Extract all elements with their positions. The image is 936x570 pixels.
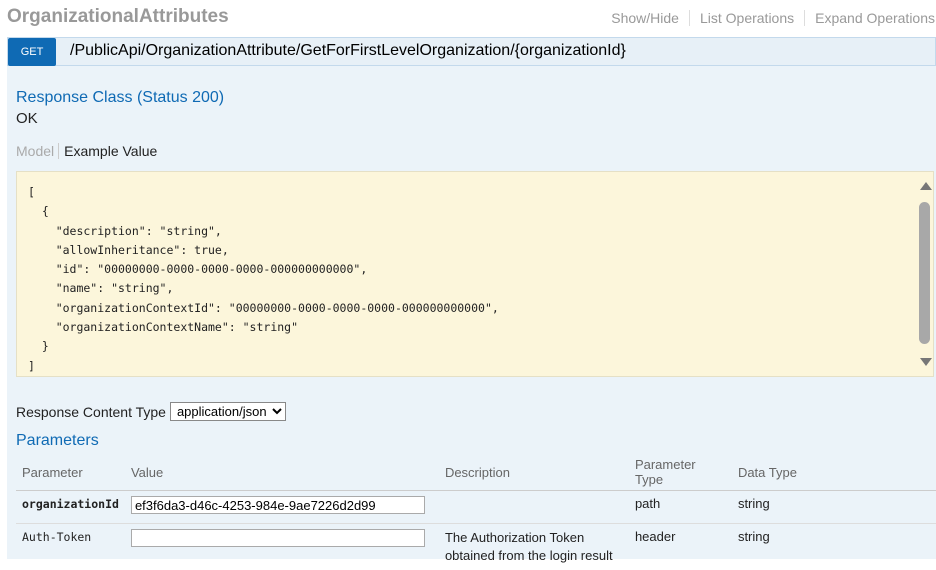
resource-title[interactable]: OrganizationalAttributes [7,6,229,28]
parameter-type: path [629,491,732,524]
expand-operations-link[interactable]: Expand Operations [805,10,936,26]
tab-example-value[interactable]: Example Value [59,143,157,159]
data-type: string [732,491,936,524]
tab-model[interactable]: Model [16,143,59,159]
endpoint-path[interactable]: /PublicApi/OrganizationAttribute/GetForF… [70,42,626,60]
parameter-description: The Authorization Token obtained from th… [439,524,629,570]
scroll-thumb[interactable] [919,202,930,344]
response-content-type: Response Content Type application/json [16,402,286,421]
parameters-heading: Parameters [16,432,99,450]
column-header-parameter: Parameter [16,454,125,491]
resource-links: Show/Hide List Operations Expand Operati… [601,10,936,26]
auth-token-input[interactable] [131,529,425,547]
parameter-type: header [629,524,732,570]
response-content-type-label: Response Content Type [16,404,166,420]
resource-header: OrganizationalAttributes Show/Hide List … [0,0,936,36]
code-scrollbar[interactable] [917,172,933,376]
scroll-up-arrow-icon[interactable] [920,182,932,190]
operation-content: Response Class (Status 200) OK Model Exa… [7,66,936,559]
example-value-box[interactable]: [ { "description": "string", "allowInher… [16,171,934,377]
parameter-description [439,491,629,524]
parameter-name: Auth-Token [22,530,91,544]
http-method-badge[interactable]: GET [8,38,56,66]
operation-bar[interactable]: GET /PublicApi/OrganizationAttribute/Get… [7,37,936,66]
scroll-down-arrow-icon[interactable] [920,358,932,366]
table-row: Auth-Token The Authorization Token obtai… [16,524,936,570]
response-status-text: OK [16,110,38,127]
parameters-table: Parameter Value Description Parameter Ty… [16,454,936,570]
data-type: string [732,524,936,570]
list-operations-link[interactable]: List Operations [690,10,804,26]
content-type-select[interactable]: application/json [170,402,286,421]
response-class-heading: Response Class (Status 200) [16,89,224,107]
example-json: [ { "description": "string", "allowInher… [28,183,499,376]
column-header-value: Value [125,454,439,491]
column-header-description: Description [439,454,629,491]
show-hide-link[interactable]: Show/Hide [601,10,689,26]
column-header-data-type: Data Type [732,454,936,491]
column-header-parameter-type: Parameter Type [629,454,732,491]
signature-tabs: Model Example Value [16,143,157,159]
organization-id-input[interactable] [131,496,425,514]
parameter-name: organizationId [22,497,119,511]
table-row: organizationId path string [16,491,936,524]
